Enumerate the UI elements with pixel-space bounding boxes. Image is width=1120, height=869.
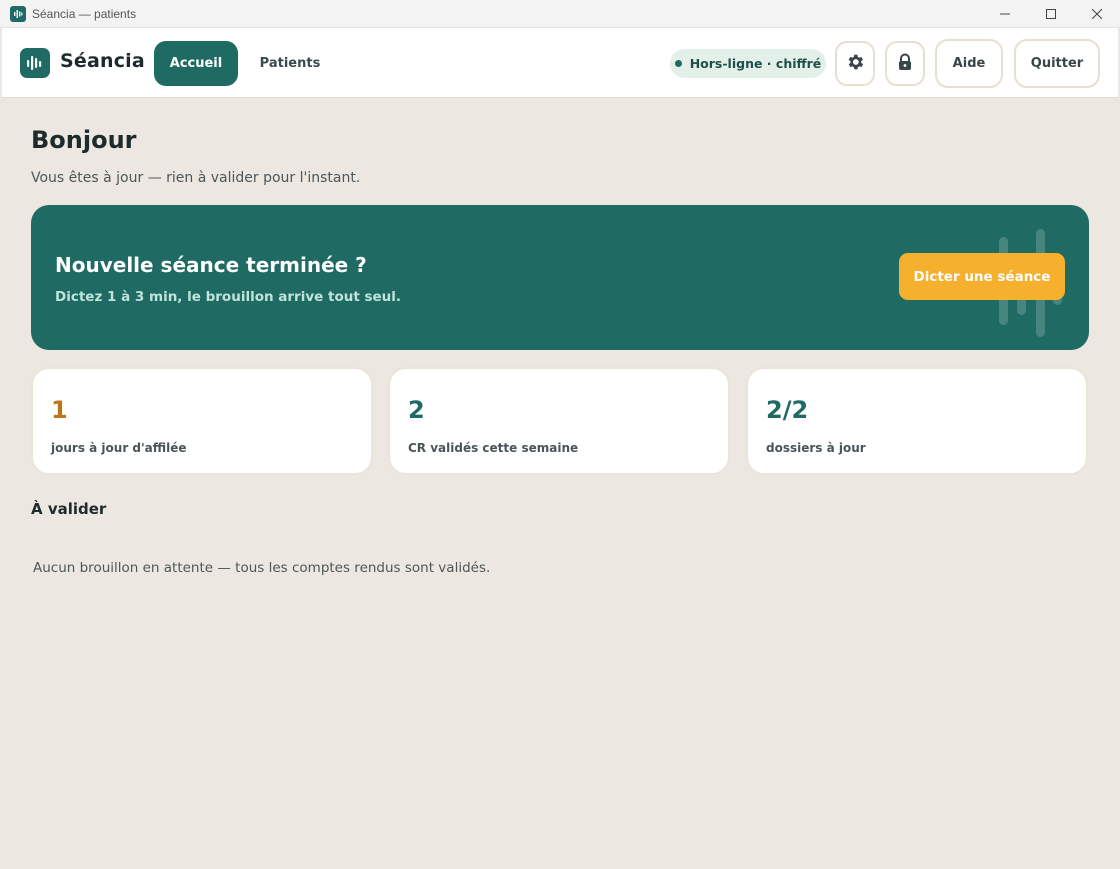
stat-label: CR validés cette semaine	[408, 441, 579, 455]
stat-label: jours à jour d'affilée	[51, 441, 187, 455]
maximize-button[interactable]	[1028, 0, 1074, 28]
page-title: Bonjour	[31, 126, 137, 154]
empty-state-message: Aucun brouillon en attente — tous les co…	[33, 560, 491, 576]
dictate-session-button[interactable]: Dicter une séance	[899, 253, 1065, 300]
stat-value: 2	[408, 396, 425, 424]
quit-button[interactable]: Quitter	[1014, 39, 1100, 88]
stat-card-files: 2/2 dossiers à jour	[746, 367, 1088, 475]
brand-name: Séancia	[60, 50, 145, 72]
app-icon	[10, 5, 26, 22]
banner-title: Nouvelle séance terminée ?	[55, 253, 367, 277]
status-dot-icon	[674, 60, 682, 67]
lock-button[interactable]	[885, 41, 925, 86]
tab-accueil[interactable]: Accueil	[154, 41, 238, 86]
stat-card-streak: 1 jours à jour d'affilée	[31, 367, 373, 475]
banner-subtitle: Dictez 1 à 3 min, le brouillon arrive to…	[55, 289, 402, 305]
settings-button[interactable]	[835, 41, 875, 86]
stat-value: 2/2	[766, 396, 809, 424]
stat-card-validated: 2 CR validés cette semaine	[388, 367, 730, 475]
stat-value: 1	[51, 396, 68, 424]
window-controls	[982, 0, 1120, 28]
to-validate-heading: À valider	[31, 500, 107, 518]
close-button[interactable]	[1074, 0, 1120, 28]
status-label: Hors-ligne · chiffré	[689, 56, 822, 71]
tab-patients[interactable]: Patients	[246, 41, 334, 86]
stat-label: dossiers à jour	[766, 441, 866, 455]
status-badge: Hors-ligne · chiffré	[670, 49, 826, 78]
new-session-banner: Nouvelle séance terminée ? Dictez 1 à 3 …	[31, 205, 1089, 350]
waveform-icon	[20, 48, 50, 78]
window-title: Séancia — patients	[32, 6, 137, 21]
app-header: Séancia Accueil Patients Hors-ligne · ch…	[2, 28, 1118, 98]
window-titlebar: Séancia — patients	[0, 0, 1120, 28]
lock-icon	[897, 53, 913, 75]
gear-icon	[845, 52, 865, 76]
help-button[interactable]: Aide	[935, 39, 1003, 88]
minimize-button[interactable]	[982, 0, 1028, 28]
page-subtitle: Vous êtes à jour — rien à valider pour l…	[31, 170, 361, 186]
